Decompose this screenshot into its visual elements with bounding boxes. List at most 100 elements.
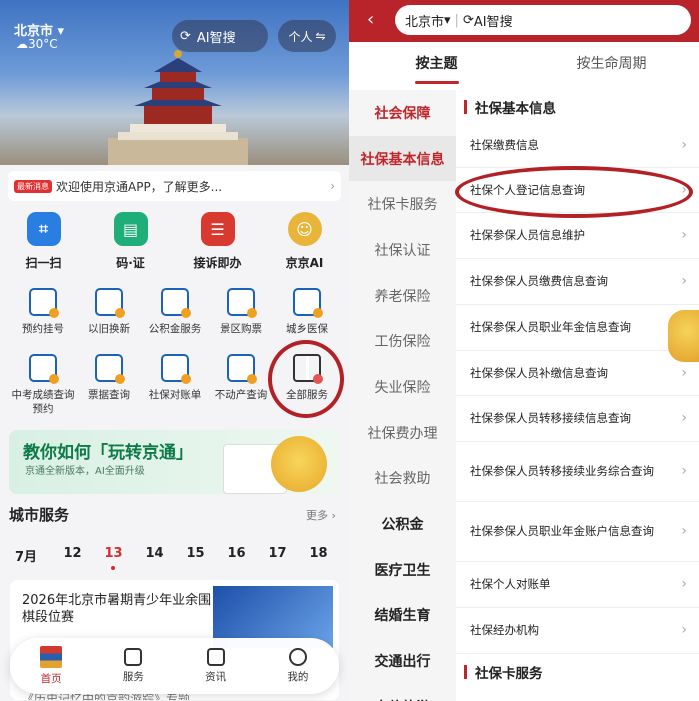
service-label: 以旧换新 (88, 323, 130, 335)
user-icon (288, 648, 307, 666)
ai-search-label: AI智搜 (473, 14, 513, 30)
hero-banner: 北京市 ▾ ☁30°C ⟳ AI智搜 个人 ⇋ (0, 0, 349, 165)
more-link[interactable]: 更多 › (306, 507, 336, 523)
service-label: 预约挂号 (22, 323, 64, 335)
id-card-icon: ▤ (113, 212, 148, 246)
highlight-circle (268, 340, 344, 418)
category-basic-info[interactable]: 社保基本信息 (349, 135, 456, 182)
category-transport[interactable]: 交通出行 (349, 638, 456, 684)
top-tabs: 按主题 按生命周期 (349, 42, 699, 90)
tab-services[interactable]: 服务 (92, 638, 174, 694)
chevron-right-icon: › (681, 273, 687, 289)
date-item[interactable]: 17 (257, 546, 298, 565)
list-item[interactable]: 社保参保人员转移接续信息查询 › (456, 396, 699, 442)
month-label[interactable]: 7月 (0, 546, 52, 565)
category-pension[interactable]: 养老保险 (349, 273, 456, 319)
category-relief[interactable]: 社会救助 (349, 456, 456, 502)
chevron-right-icon: › (681, 463, 687, 479)
back-arrow-icon[interactable]: ‹ (367, 9, 374, 30)
date-item[interactable]: 14 (134, 546, 175, 565)
date-strip: 7月 12 13 14 15 16 17 18 (0, 546, 349, 570)
tab-home[interactable]: 首页 (10, 638, 92, 694)
service-statement[interactable]: 社保对账单 (142, 354, 208, 402)
chevron-right-icon: › (681, 364, 687, 381)
tab-by-lifecycle[interactable]: 按生命周期 (524, 42, 699, 90)
event-title: 2026年北京市暑期青少年业余围棋段位赛 (22, 593, 212, 625)
checklist-icon (161, 354, 191, 384)
tab-profile[interactable]: 我的 (257, 638, 339, 694)
service-appointment[interactable]: 预约挂号 (10, 288, 76, 336)
list-item[interactable]: 社保参保人员职业年金信息查询› (456, 305, 699, 351)
service-medical[interactable]: 城乡医保 (274, 288, 340, 336)
category-marriage[interactable]: 结婚生育 (349, 593, 456, 639)
service-label: 社保对账单 (148, 389, 202, 401)
quick-action-label: 京京AI (285, 256, 324, 270)
date-item[interactable]: 18 (298, 546, 339, 565)
service-label: 票据查询 (88, 389, 130, 401)
service-tradein[interactable]: 以旧换新 (76, 288, 142, 336)
service-exam[interactable]: 中考成绩查询预约 (10, 354, 76, 416)
date-item[interactable]: 12 (52, 546, 93, 565)
receipt-search-icon (95, 354, 125, 384)
news-bar[interactable]: 最新消息 欢迎使用京通APP，了解更多... › (8, 171, 341, 201)
category-unemployment[interactable]: 失业保险 (349, 364, 456, 410)
category-injury[interactable]: 工伤保险 (349, 318, 456, 364)
quick-actions: ⌗ 扫一扫 ▤ 码·证 ☰ 接诉即办 ☺ 京京AI (0, 208, 349, 278)
quick-action-complaint[interactable]: ☰ 接诉即办 (174, 208, 261, 278)
category-housing-fund[interactable]: 公积金 (349, 501, 456, 547)
service-receipt[interactable]: 票据查询 (76, 354, 142, 402)
banner-subtitle: 京通全新版本，AI全面升级 (25, 466, 145, 477)
category-certification[interactable]: 社保认证 (349, 227, 456, 273)
complaint-icon: ☰ (200, 212, 235, 246)
list-item[interactable]: 社保参保人员补缴信息查询 › (456, 351, 699, 396)
list-item[interactable]: 社保参保人员转移接续业务综合查询 › (456, 442, 699, 502)
list-item[interactable]: 社保个人对账单 › (456, 562, 699, 608)
list-item[interactable]: 社保参保人员职业年金账户信息查询 › (456, 502, 699, 562)
news-tag: 最新消息 (14, 179, 52, 193)
category-culture[interactable]: 文体旅游 (349, 684, 456, 701)
service-tickets[interactable]: 景区购票 (208, 288, 274, 336)
category-social-security[interactable]: 社会保障 (349, 90, 456, 136)
date-item-active[interactable]: 13 (93, 546, 134, 570)
list-item[interactable]: 社保缴费信息 › (456, 123, 699, 168)
temple-of-heaven-image (108, 50, 248, 165)
category-fee[interactable]: 社保费办理 (349, 410, 456, 456)
mascot-icon: ☺ (287, 212, 322, 246)
date-item[interactable]: 15 (175, 546, 216, 565)
chevron-right-icon: › (681, 576, 687, 592)
house-yuan-icon (161, 288, 191, 318)
home-icon (40, 646, 63, 668)
date-item[interactable]: 16 (216, 546, 257, 565)
category-card-service[interactable]: 社保卡服务 (349, 181, 456, 227)
quick-action-code[interactable]: ▤ 码·证 (87, 208, 174, 278)
city-selector[interactable]: 北京市 (405, 11, 444, 30)
service-label: 公积金服务 (148, 323, 202, 335)
personal-label: 个人 (288, 29, 313, 44)
chevron-right-icon: › (681, 227, 687, 243)
category-health[interactable]: 医疗卫生 (349, 547, 456, 593)
chevron-right-icon: › (330, 179, 335, 193)
quick-action-label: 接诉即办 (193, 256, 242, 270)
list-item[interactable]: 社保参保人员信息维护 › (456, 213, 699, 259)
service-label: 城乡医保 (286, 323, 328, 335)
chevron-right-icon: › (681, 410, 687, 426)
list-item[interactable]: 社保经办机构 › (456, 608, 699, 654)
top-header: ‹ 北京市 ▾ | ⟳ AI智搜 (349, 0, 699, 42)
quick-action-scan[interactable]: ⌗ 扫一扫 (0, 208, 87, 278)
service-label: 不动产查询 (214, 389, 268, 401)
tab-by-topic[interactable]: 按主题 (349, 42, 524, 90)
quick-action-ai[interactable]: ☺ 京京AI (261, 208, 348, 278)
ai-search-button[interactable]: ⟳ AI智搜 (172, 20, 268, 52)
list-item[interactable]: 社保参保人员缴费信息查询 › (456, 259, 699, 305)
exchange-icon (95, 288, 125, 318)
service-property[interactable]: 不动产查询 (208, 354, 274, 402)
tab-news[interactable]: 资讯 (175, 638, 257, 694)
bottom-tab-bar: 首页 服务 资讯 我的 (10, 638, 339, 694)
ticket-icon (227, 288, 257, 318)
personal-button[interactable]: 个人 ⇋ (278, 20, 336, 52)
right-screen: ‹ 北京市 ▾ | ⟳ AI智搜 按主题 按生命周期 社会保障 社保基本信息 社… (349, 0, 699, 701)
switch-icon: ⇋ (315, 29, 326, 43)
promo-banner[interactable]: 教你如何「玩转京通」 京通全新版本，AI全面升级 (9, 430, 341, 494)
service-fund[interactable]: 公积金服务 (142, 288, 208, 336)
search-bar[interactable]: 北京市 ▾ | ⟳ AI智搜 (395, 5, 691, 35)
